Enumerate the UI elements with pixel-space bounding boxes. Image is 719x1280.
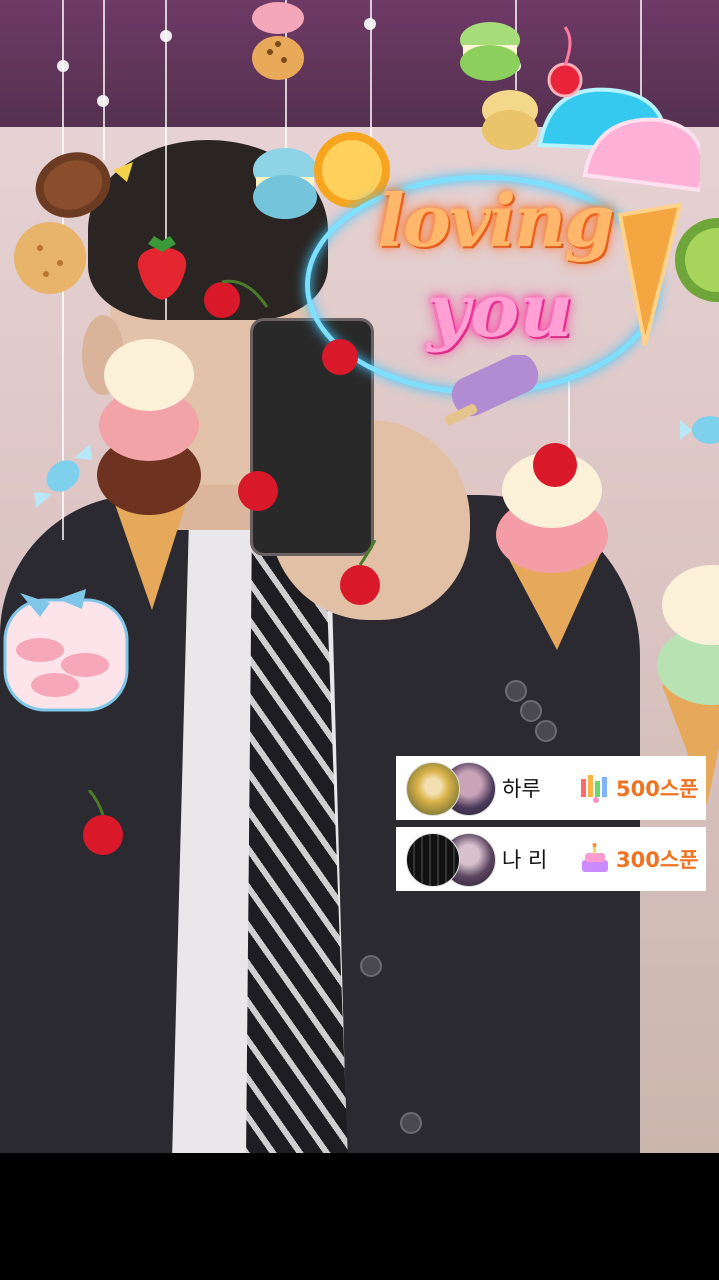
cookie-icon	[14, 222, 86, 294]
cookie-icon	[35, 152, 133, 218]
donation-amount: 300스푼	[616, 848, 699, 872]
cherry-icon	[238, 471, 278, 511]
ice-cream-cone-icon	[97, 339, 201, 610]
candy-icon	[680, 416, 719, 444]
camera-background: loving you	[0, 0, 719, 1153]
bottom-bar	[0, 1153, 719, 1280]
donor-avatars	[406, 762, 496, 816]
rainbow-confetti-icon	[581, 775, 607, 803]
cherry-icon	[204, 279, 269, 318]
jacket-button	[505, 680, 527, 702]
donation-card[interactable]: 하루 500스푼	[396, 756, 706, 820]
bead	[160, 30, 172, 42]
donation-amount: 500스푼	[616, 777, 699, 801]
cake-icon	[582, 843, 608, 872]
jacket-button	[360, 955, 382, 977]
avatar	[406, 762, 460, 816]
avatar	[406, 833, 460, 887]
bead	[364, 18, 376, 30]
jacket-button	[520, 700, 542, 722]
bead	[57, 60, 69, 72]
hanging-string	[103, 0, 105, 160]
jacket-button	[535, 720, 557, 742]
donor-name: 나 리	[502, 848, 548, 872]
donation-card[interactable]: 나 리 300스푼	[396, 827, 706, 891]
bead	[97, 95, 109, 107]
donor-avatars	[406, 833, 496, 887]
macaron-icon	[252, 2, 304, 80]
cherry-icon	[322, 339, 358, 375]
donor-name: 하루	[502, 777, 541, 801]
macaron-icon	[253, 148, 317, 219]
ice-cream-cone-icon	[496, 443, 608, 650]
jacket-button	[400, 1112, 422, 1134]
candy-jar-icon	[3, 589, 129, 712]
candy-icon	[34, 444, 92, 508]
strawberry-icon	[137, 236, 187, 300]
kiwi-icon	[675, 218, 719, 302]
cherry-icon	[83, 790, 123, 855]
cherry-icon	[340, 540, 380, 605]
